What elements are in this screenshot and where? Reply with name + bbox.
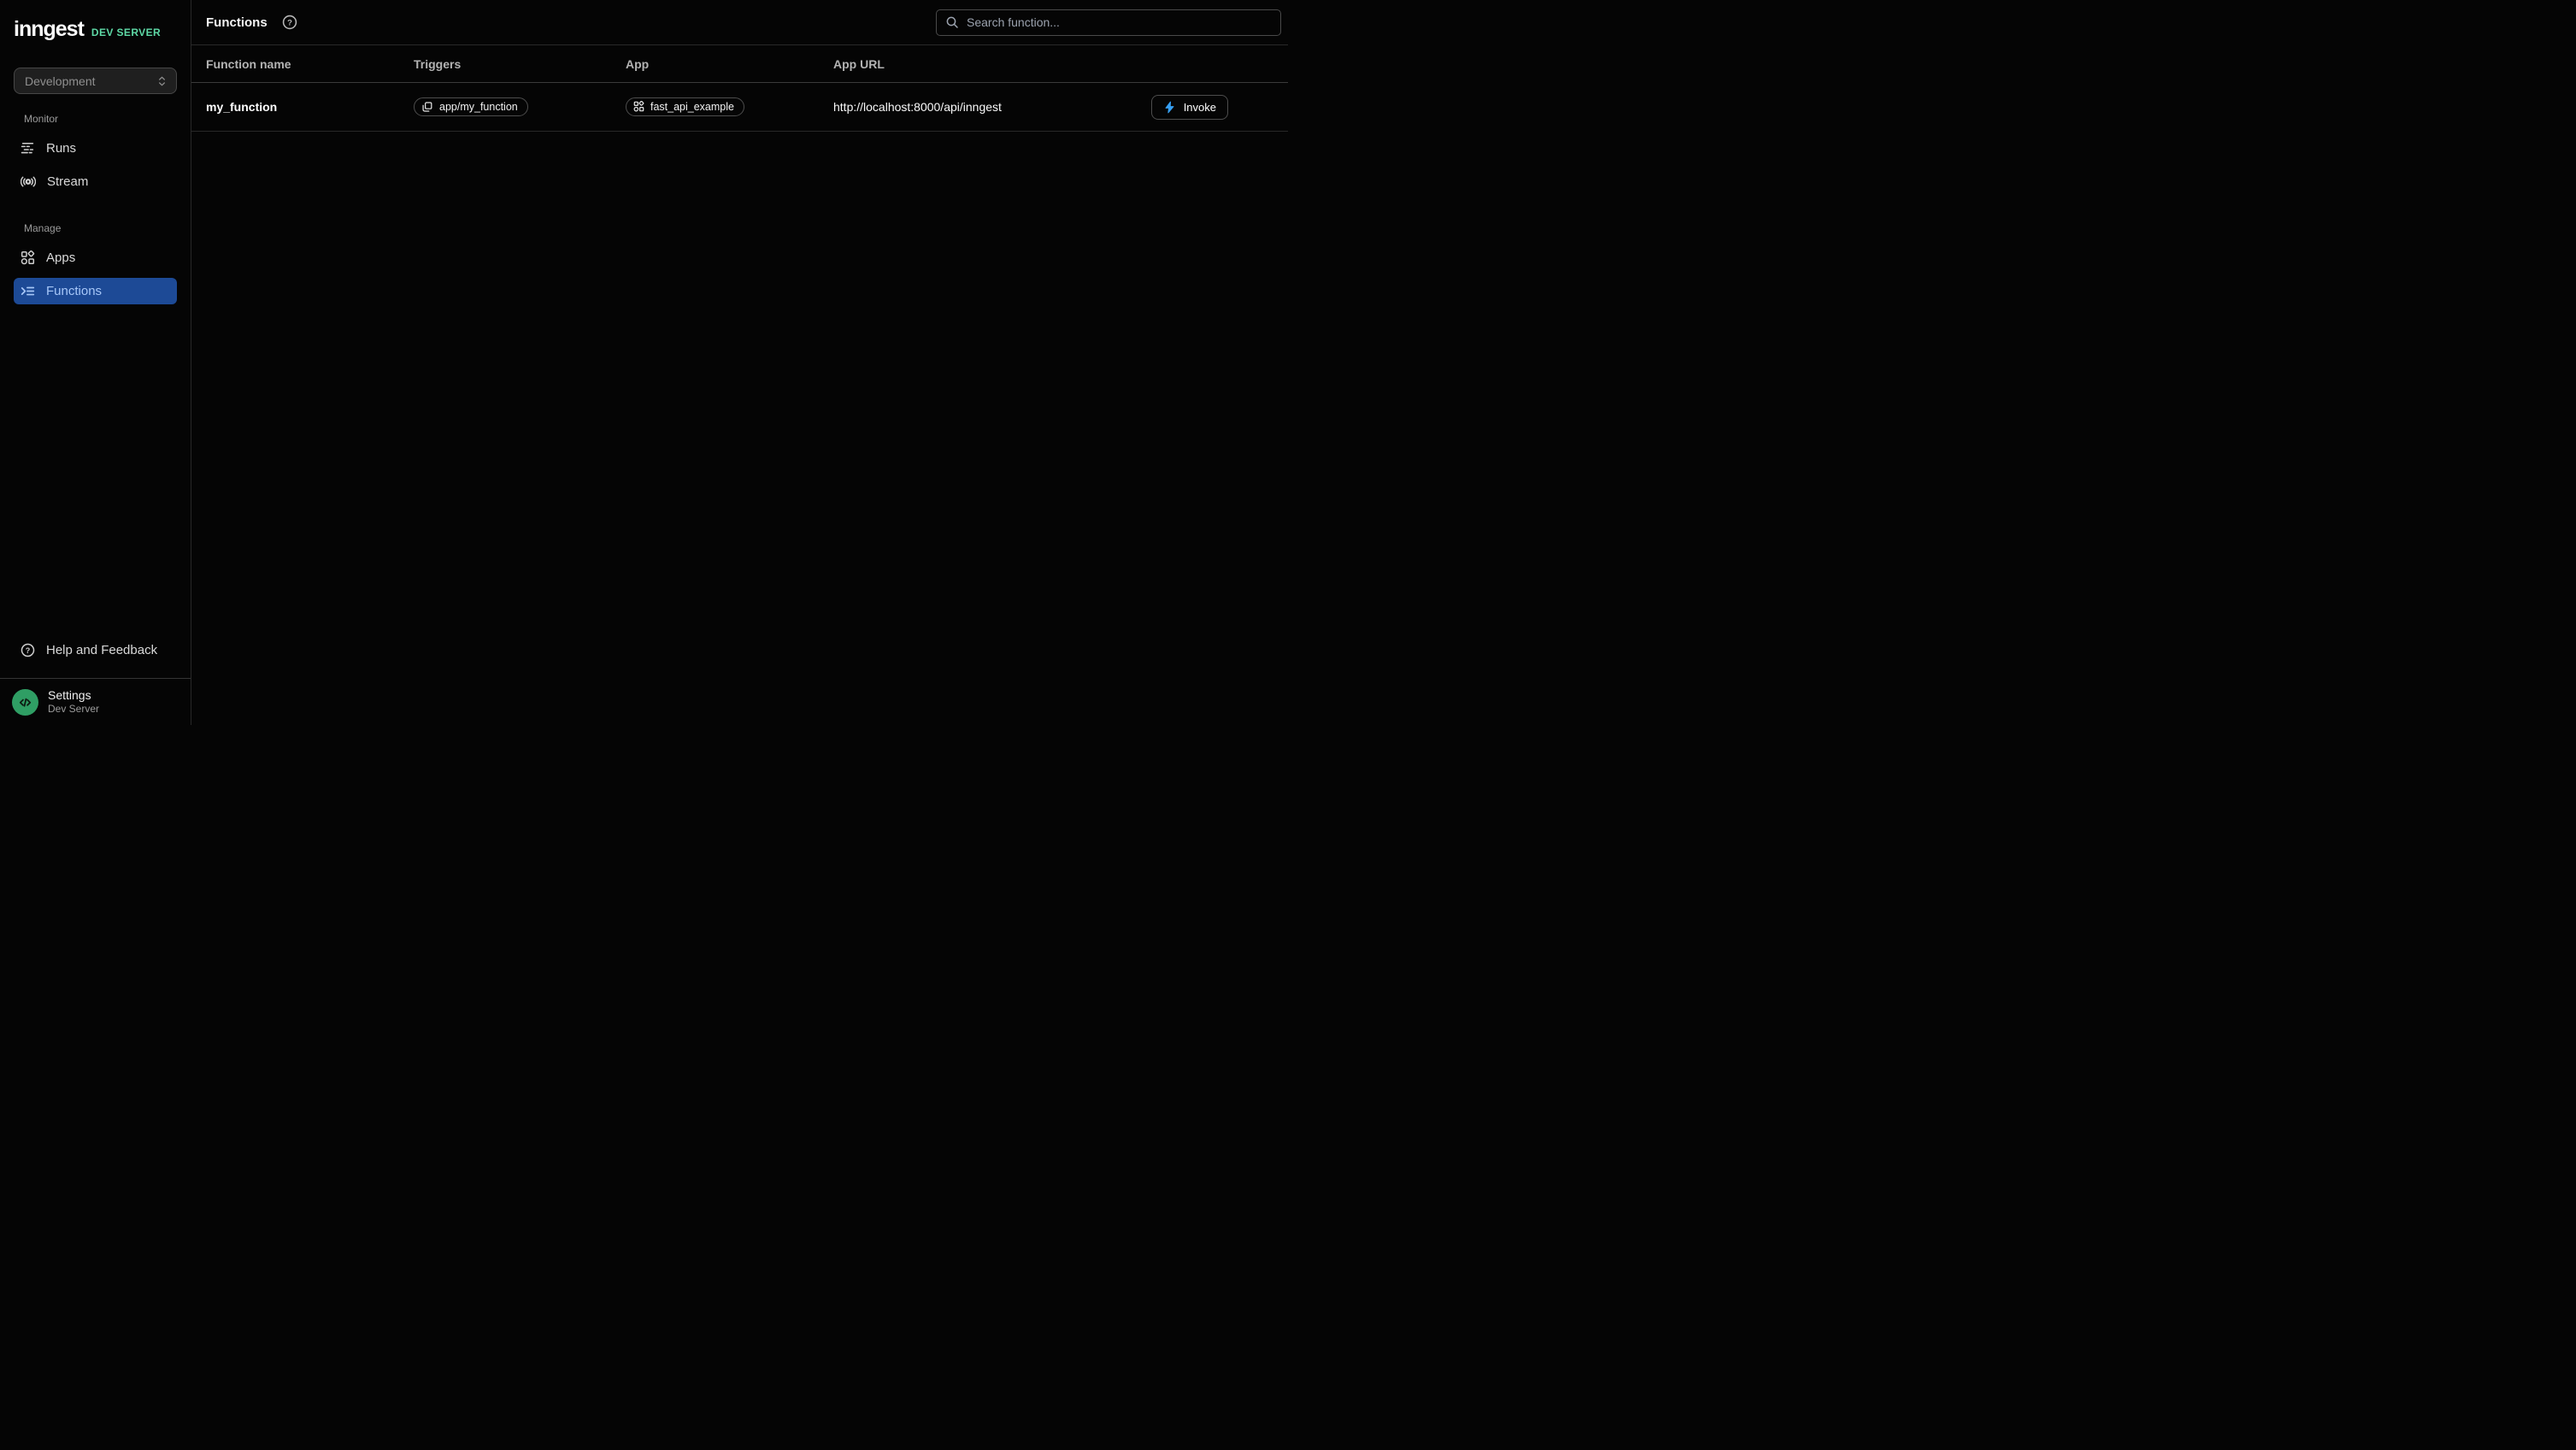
stream-icon: [21, 174, 36, 189]
sidebar-section-manage: Manage: [24, 222, 191, 234]
svg-text:?: ?: [26, 645, 31, 654]
column-header-triggers: Triggers: [414, 57, 626, 71]
app-cell: fast_api_example: [626, 97, 833, 117]
page-title: Functions: [206, 15, 268, 30]
sidebar-item-label: Runs: [46, 141, 76, 156]
table-header: Function name Triggers App App URL: [191, 45, 1288, 83]
help-and-feedback-link[interactable]: ? Help and Feedback: [0, 635, 191, 664]
trigger-badge-label: app/my_function: [439, 101, 518, 113]
chevron-updown-icon: [156, 75, 168, 87]
inngest-logo: inngest: [14, 17, 84, 42]
sidebar: inngest DEV SERVER Development Monitor R…: [0, 0, 191, 725]
help-and-feedback-label: Help and Feedback: [46, 643, 157, 657]
settings-subtitle: Dev Server: [48, 703, 99, 716]
avatar: [12, 689, 38, 716]
logo-row: inngest DEV SERVER: [0, 0, 191, 42]
sidebar-item-runs[interactable]: Runs: [14, 135, 177, 162]
search-icon: [945, 15, 959, 29]
search-box: [936, 9, 1281, 36]
functions-icon: [21, 284, 35, 298]
app-url-cell: http://localhost:8000/api/inngest Invoke: [833, 95, 1288, 120]
settings-row[interactable]: Settings Dev Server: [0, 678, 191, 725]
table-row[interactable]: my_function app/my_function: [191, 83, 1288, 132]
event-copy-icon: [421, 101, 433, 113]
environment-selector-value: Development: [25, 74, 96, 88]
environment-selector[interactable]: Development: [14, 68, 177, 94]
settings-text: Settings Dev Server: [48, 688, 99, 716]
sidebar-item-functions[interactable]: Functions: [14, 278, 177, 304]
app-badge: fast_api_example: [626, 97, 744, 116]
apps-mini-icon: [633, 101, 644, 112]
lightning-bolt-icon: [1163, 101, 1176, 114]
sidebar-spacer: [0, 308, 191, 635]
sidebar-item-label: Apps: [46, 251, 75, 265]
sidebar-item-label: Stream: [47, 174, 88, 189]
function-name-cell: my_function: [206, 100, 414, 114]
triggers-cell: app/my_function: [414, 97, 626, 117]
sidebar-item-stream[interactable]: Stream: [14, 168, 177, 195]
app-url-text: http://localhost:8000/api/inngest: [833, 100, 1002, 114]
page-help-icon[interactable]: ?: [282, 15, 297, 30]
sidebar-section-monitor: Monitor: [24, 113, 191, 125]
column-header-function-name: Function name: [206, 57, 414, 71]
settings-title: Settings: [48, 688, 99, 703]
invoke-button-label: Invoke: [1184, 101, 1216, 114]
trigger-badge: app/my_function: [414, 97, 528, 116]
page-header: Functions ?: [191, 0, 1288, 45]
sidebar-item-label: Functions: [46, 284, 102, 298]
code-icon: [18, 695, 32, 710]
column-header-app-url: App URL: [833, 57, 1288, 71]
search-input[interactable]: [967, 15, 1272, 29]
invoke-button[interactable]: Invoke: [1151, 95, 1228, 120]
column-header-app: App: [626, 57, 833, 71]
runs-icon: [21, 141, 35, 156]
help-circle-icon: ?: [21, 643, 35, 657]
svg-text:?: ?: [287, 19, 292, 28]
apps-icon: [21, 251, 35, 265]
dev-server-badge: DEV SERVER: [91, 27, 161, 38]
app-badge-label: fast_api_example: [650, 101, 734, 113]
sidebar-item-apps[interactable]: Apps: [14, 245, 177, 271]
main-content: Functions ? Function name Triggers App A…: [191, 0, 1288, 725]
